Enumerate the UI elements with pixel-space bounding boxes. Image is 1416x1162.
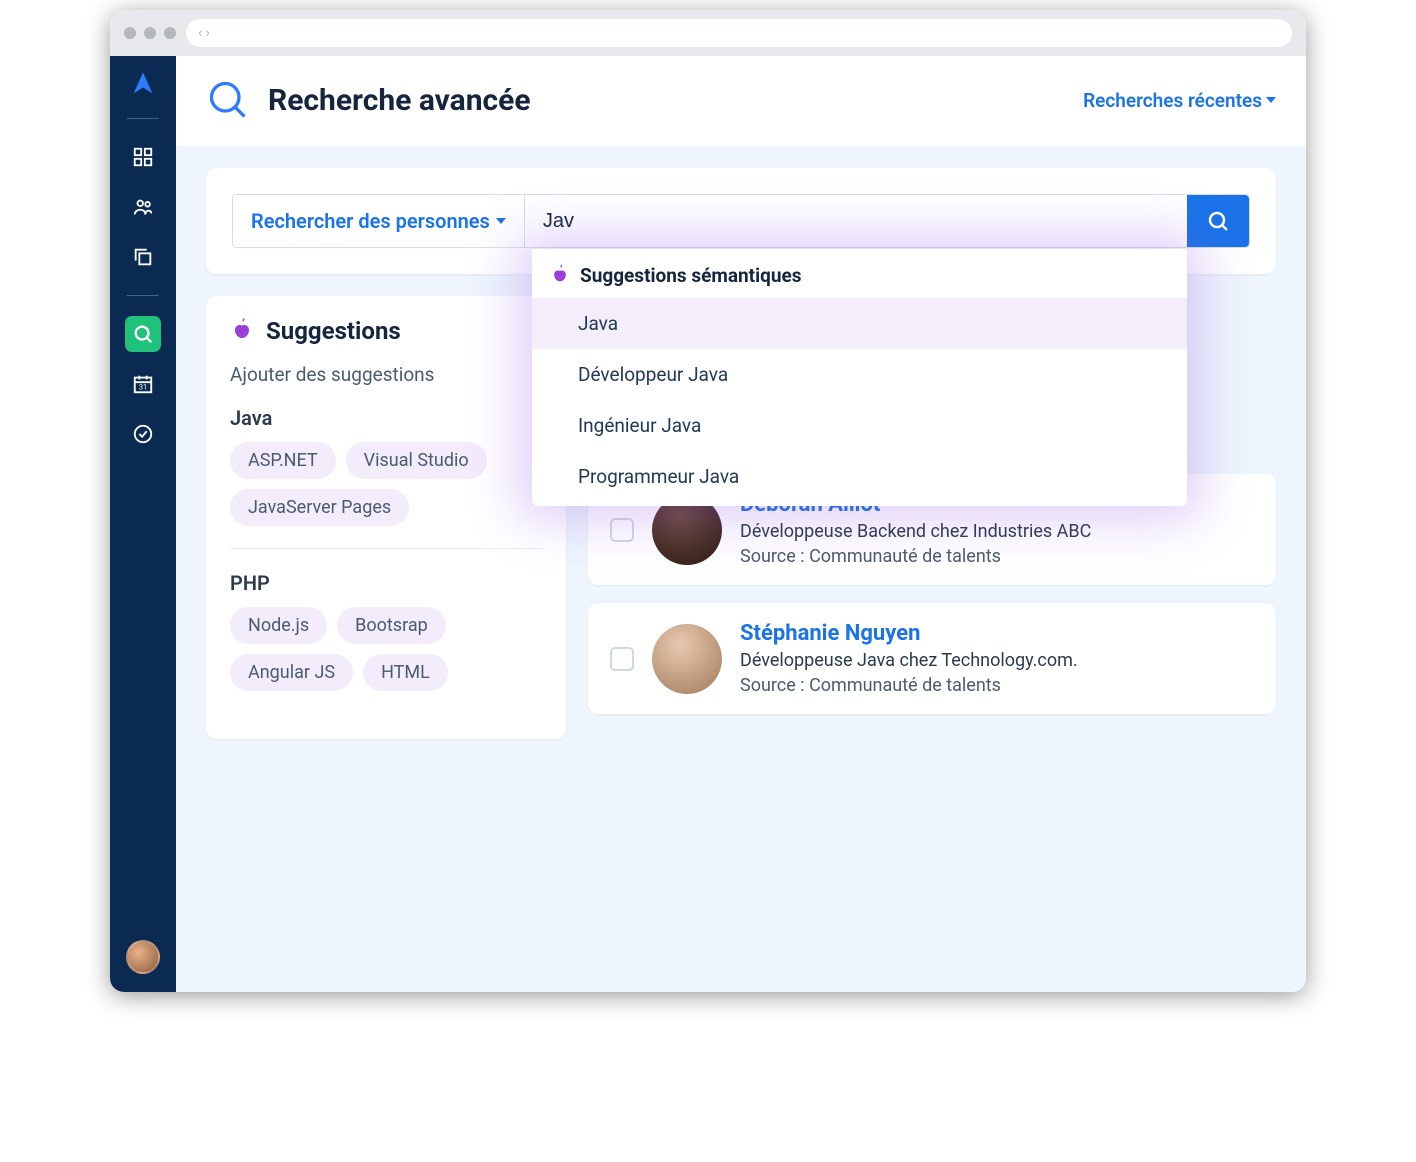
- user-avatar[interactable]: [126, 940, 160, 974]
- nav-search-icon[interactable]: [125, 316, 161, 352]
- traffic-min[interactable]: [144, 27, 156, 39]
- result-checkbox[interactable]: [610, 647, 634, 671]
- recent-searches-label: Recherches récentes: [1083, 89, 1262, 112]
- traffic-close[interactable]: [124, 27, 136, 39]
- app-window: ‹ › 31: [110, 10, 1306, 992]
- autocomplete-dropdown: Suggestions sémantiques Java Développeur…: [532, 249, 1187, 506]
- suggestion-chip[interactable]: Angular JS: [230, 654, 353, 691]
- nav-copy-icon[interactable]: [125, 239, 161, 275]
- url-bar[interactable]: ‹ ›: [186, 19, 1292, 47]
- content-scroll: Rechercher des personnes: [176, 146, 1306, 739]
- nav-people-icon[interactable]: [125, 189, 161, 225]
- add-suggestions-label[interactable]: Ajouter des suggestions: [230, 363, 542, 386]
- app-body: 31 Recherche avancée Recherches récentes: [110, 56, 1306, 992]
- page-header: Recherche avancée Recherches récentes: [176, 56, 1306, 146]
- dropdown-item[interactable]: Développeur Java: [532, 349, 1187, 400]
- search-scope-dropdown[interactable]: Rechercher des personnes: [233, 195, 525, 247]
- group-label: Java: [230, 406, 542, 430]
- chevron-down-icon: [496, 218, 506, 224]
- group-label: PHP: [230, 571, 542, 595]
- dropdown-item[interactable]: Programmeur Java: [532, 451, 1187, 502]
- suggestion-chip[interactable]: ASP.NET: [230, 442, 336, 479]
- result-description: Développeuse Java chez Technology.com.: [740, 650, 1078, 671]
- nav-calendar-icon[interactable]: 31: [125, 366, 161, 402]
- search-icon: [1206, 209, 1230, 233]
- browser-chrome: ‹ ›: [110, 10, 1306, 56]
- left-column: Suggestions Ajouter des suggestions Java…: [206, 296, 566, 739]
- search-row: Rechercher des personnes: [232, 194, 1250, 248]
- suggestion-chip[interactable]: Bootsrap: [337, 607, 446, 644]
- apple-icon: [230, 316, 254, 345]
- left-rail: 31: [110, 56, 176, 992]
- search-button[interactable]: [1187, 195, 1249, 247]
- dropdown-title: Suggestions sémantiques: [580, 264, 802, 287]
- chevron-down-icon: [1266, 97, 1276, 103]
- search-card: Rechercher des personnes: [206, 168, 1276, 274]
- suggestions-title: Suggestions: [266, 317, 401, 345]
- suggestion-chip[interactable]: Node.js: [230, 607, 327, 644]
- dropdown-item[interactable]: Java: [532, 298, 1187, 349]
- svg-text:31: 31: [139, 383, 147, 392]
- traffic-max[interactable]: [164, 27, 176, 39]
- dropdown-header: Suggestions sémantiques: [532, 249, 1187, 298]
- suggestion-chip[interactable]: Visual Studio: [346, 442, 487, 479]
- app-logo-icon: [129, 70, 157, 98]
- result-description: Développeuse Backend chez Industries ABC: [740, 521, 1091, 542]
- result-card: Stéphanie Nguyen Développeuse Java chez …: [588, 603, 1276, 714]
- nav-check-icon[interactable]: [125, 416, 161, 452]
- traffic-lights: [124, 27, 176, 39]
- result-checkbox[interactable]: [610, 518, 634, 542]
- search-icon: [206, 78, 250, 122]
- recent-searches-button[interactable]: Recherches récentes: [1083, 89, 1276, 112]
- nav-dashboard-icon[interactable]: [125, 139, 161, 175]
- avatar: [652, 624, 722, 694]
- apple-icon: [550, 263, 570, 288]
- result-name-link[interactable]: Stéphanie Nguyen: [740, 621, 1078, 646]
- suggestion-chip[interactable]: HTML: [363, 654, 448, 691]
- search-scope-label: Rechercher des personnes: [251, 209, 490, 233]
- chips-group: Node.js Bootsrap Angular JS HTML: [230, 607, 542, 691]
- result-source: Source : Communauté de talents: [740, 675, 1078, 696]
- page-title: Recherche avancée: [268, 83, 531, 118]
- dropdown-item[interactable]: Ingénieur Java: [532, 400, 1187, 451]
- search-input[interactable]: [525, 195, 1187, 247]
- chips-group: ASP.NET Visual Studio JavaServer Pages: [230, 442, 542, 526]
- content-pane: Recherche avancée Recherches récentes Re…: [176, 56, 1306, 992]
- result-source: Source : Communauté de talents: [740, 546, 1091, 567]
- suggestions-panel: Suggestions Ajouter des suggestions Java…: [206, 296, 566, 739]
- suggestion-chip[interactable]: JavaServer Pages: [230, 489, 409, 526]
- nav-arrows-icon: ‹ ›: [198, 25, 210, 41]
- divider: [230, 548, 542, 549]
